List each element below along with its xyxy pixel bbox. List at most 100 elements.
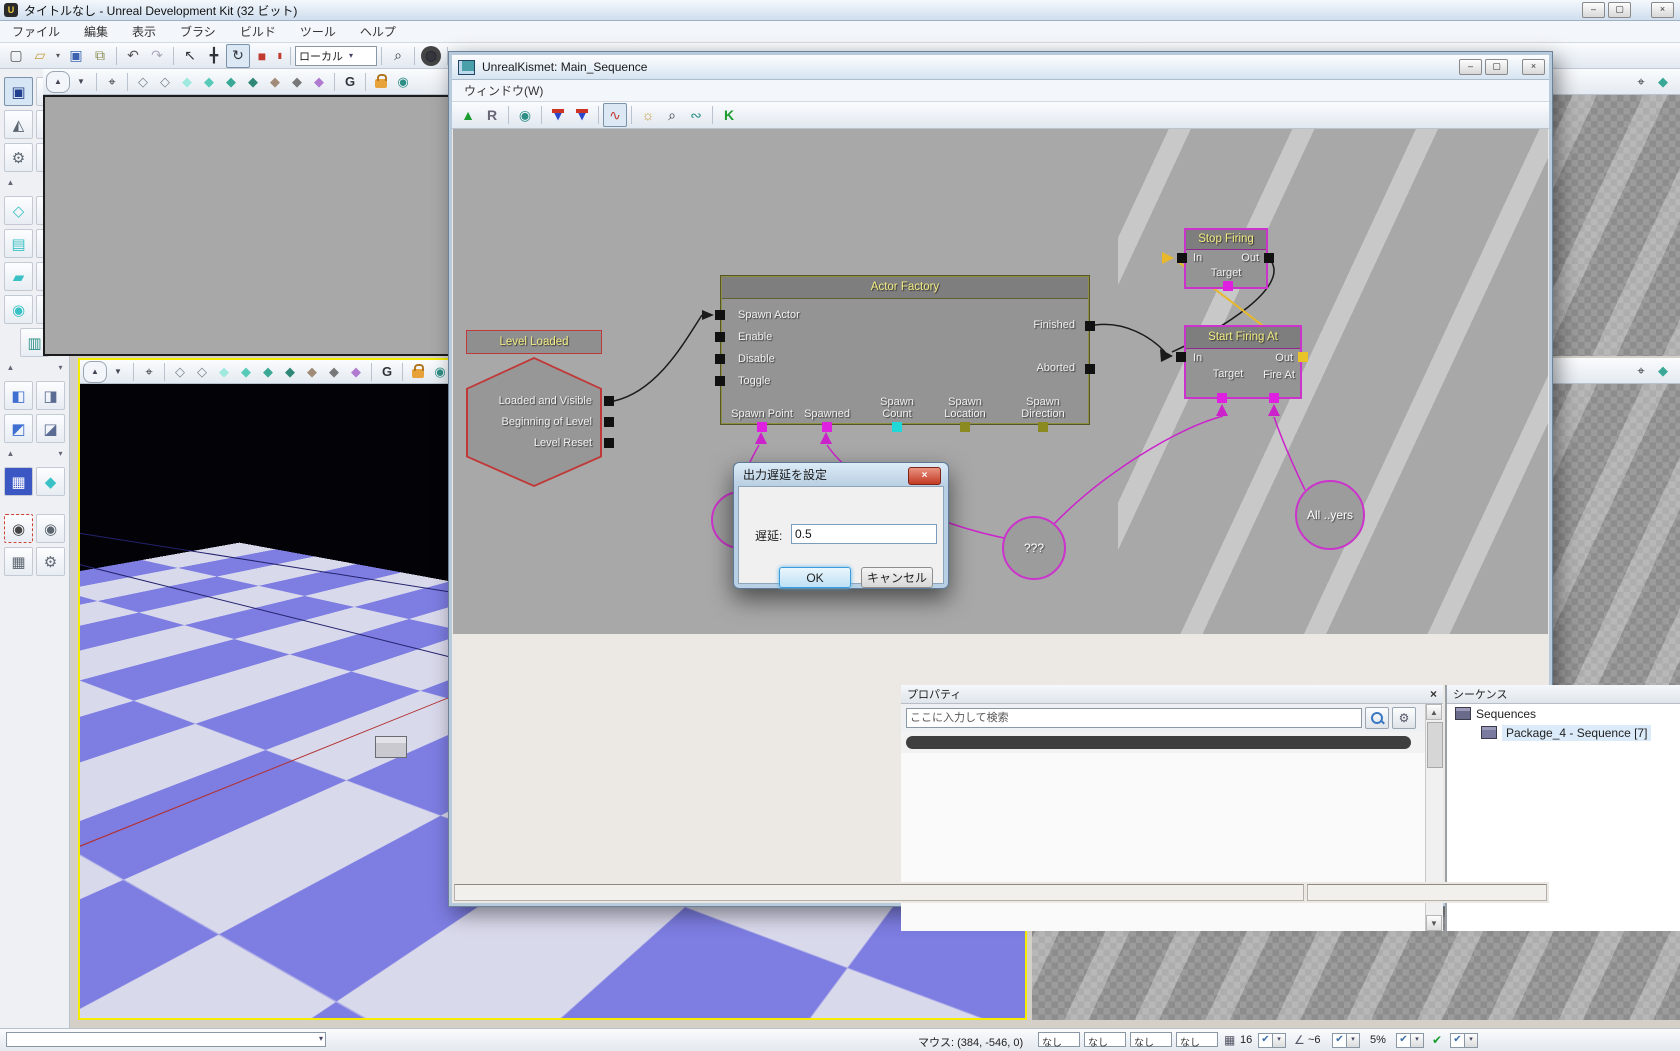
input-spawn-actor[interactable]: Spawn Actor (738, 304, 800, 326)
search-options-button[interactable]: ⚙ (1392, 707, 1416, 729)
open-debugger-button[interactable]: ∾ (684, 103, 708, 127)
brush-stairs-button[interactable]: ▤ (4, 229, 33, 258)
menu-build[interactable]: ビルド (228, 21, 288, 42)
translate-tool-button[interactable]: ╋ (202, 44, 226, 68)
input-disable[interactable]: Disable (738, 348, 800, 370)
curved-connections-button[interactable]: ∿ (603, 103, 627, 127)
open-dropdown[interactable]: ▾ (52, 44, 64, 68)
select-tool-button[interactable]: ↖ (178, 44, 202, 68)
output-level-reset[interactable]: Level Reset (499, 433, 592, 454)
input-toggle[interactable]: Toggle (738, 370, 800, 392)
menu-file[interactable]: ファイル (0, 21, 72, 42)
connector-enable[interactable] (715, 332, 725, 342)
view-lit-icon[interactable]: ◆ (235, 362, 257, 382)
go-to-actor-button[interactable]: ⚙ (36, 547, 65, 576)
view-detail-icon[interactable]: ◆ (220, 72, 242, 92)
connector-level-reset[interactable] (604, 438, 614, 448)
autosave-dropdown[interactable]: ▾ (1464, 1033, 1478, 1048)
stop-firing-target-label[interactable]: Target (1186, 267, 1266, 279)
menu-edit[interactable]: 編集 (72, 21, 120, 42)
camera-mode-button[interactable]: ▣ (4, 77, 33, 106)
rename-sequence-button[interactable]: R (480, 103, 504, 127)
delay-value-input[interactable] (791, 524, 937, 544)
viewport-options-dropdown[interactable]: ▼ (70, 72, 92, 92)
breakpoint-clear-button[interactable] (570, 103, 594, 127)
view-shadercomplexity-icon[interactable]: ◆ (323, 362, 345, 382)
view-unlit-icon[interactable]: ◆ (213, 362, 235, 382)
kismet-maximize-button[interactable]: ▢ (1485, 59, 1508, 75)
output-aborted[interactable]: Aborted (1036, 362, 1075, 374)
connector-var-spawn-point[interactable] (757, 422, 767, 432)
stop-firing-out-label[interactable]: Out (1241, 252, 1259, 264)
connector-start-firing-target[interactable] (1217, 393, 1227, 403)
output-beginning-of-level[interactable]: Beginning of Level (499, 412, 592, 433)
kismet-menu-window[interactable]: ウィンドウ(W) (452, 80, 555, 101)
connector-var-spawn-count[interactable] (892, 422, 902, 432)
view-wireframe-icon[interactable]: ◇ (169, 362, 191, 382)
static-mesh-box[interactable] (375, 736, 407, 758)
variable-spawn-count[interactable]: Spawn Count (864, 396, 930, 420)
copy-button[interactable]: ⧉ (88, 44, 112, 68)
brush-cube-button[interactable]: ◇ (4, 196, 33, 225)
connector-beginning-of-level[interactable] (604, 417, 614, 427)
node-stop-firing[interactable]: Stop Firing In Out Target (1184, 228, 1268, 289)
scrollbar-thumb[interactable] (1427, 722, 1443, 768)
viewport-collapse-button[interactable]: ▲ (83, 361, 107, 383)
view-texturedensity-icon[interactable]: ◆ (264, 72, 286, 92)
save-button[interactable]: ▣ (64, 44, 88, 68)
csg-deintersect-button[interactable]: ◪ (36, 414, 65, 443)
view-lit-icon[interactable]: ◆ (1652, 361, 1674, 381)
terrain-mode-button[interactable]: ◭ (4, 110, 33, 139)
node-start-firing-at[interactable]: Start Firing At In Out Target Fire At (1184, 325, 1302, 399)
connector-var-spawn-location[interactable] (960, 422, 970, 432)
variable-spawn-location[interactable]: Spawn Location (932, 396, 998, 420)
node-variable-unknown[interactable]: ??? (1002, 516, 1066, 580)
show-selection-button[interactable]: ◉ (4, 514, 33, 543)
parent-sequence-button[interactable]: ▲ (456, 103, 480, 127)
search-actors-button[interactable]: ⌕ (386, 44, 410, 68)
view-texturedensity-icon[interactable]: ◆ (301, 362, 323, 382)
view-brushwire-icon[interactable]: ◇ (191, 362, 213, 382)
connector-start-firing-in[interactable] (1176, 352, 1186, 362)
view-lightmapdensity-icon[interactable]: ◆ (308, 72, 330, 92)
connector-stop-firing-target[interactable] (1223, 281, 1233, 291)
sidebar-group-collapse[interactable]: ▲ ▾ (7, 449, 63, 461)
scroll-up-icon[interactable]: ▲ (1426, 704, 1442, 720)
wire-allplayers-fireat[interactable] (1274, 417, 1305, 490)
connector-finished[interactable] (1085, 321, 1095, 331)
connector-loaded-and-visible[interactable] (604, 396, 614, 406)
kismet-title-bar[interactable]: UnrealKismet: Main_Sequence – ▢ × (452, 55, 1549, 80)
open-file-button[interactable]: ▱ (28, 44, 52, 68)
add-volume-button[interactable]: ▦ (4, 467, 33, 496)
grid-snap-checkbox[interactable]: ✔ (1258, 1033, 1273, 1048)
connector-start-firing-out-selected[interactable] (1298, 352, 1308, 362)
node-level-loaded[interactable]: Loaded and Visible Beginning of Level Le… (466, 357, 602, 487)
ok-button[interactable]: OK (779, 567, 851, 588)
tree-item-package-sequence[interactable]: Package_4 - Sequence [7] (1447, 723, 1680, 742)
kismet-close-button[interactable]: × (1522, 59, 1545, 75)
scale-nonuniform-button[interactable]: ▮ (274, 44, 286, 68)
scale-snap-checkbox[interactable]: ✔ (1396, 1033, 1411, 1048)
minimize-button[interactable]: – (1582, 2, 1605, 18)
rotate-tool-button[interactable]: ↻ (226, 44, 250, 68)
lock-viewport-icon[interactable] (407, 362, 429, 382)
actor-class-combobox[interactable]: ▾ (6, 1032, 326, 1047)
menu-brush[interactable]: ブラシ (168, 21, 228, 42)
start-firing-out-label[interactable]: Out (1275, 352, 1293, 364)
close-button[interactable]: × (1651, 2, 1674, 18)
kismet-icon[interactable]: K (717, 103, 741, 127)
brush-spiral-stairs-button[interactable]: ◉ (4, 295, 33, 324)
csg-add-button[interactable]: ◧ (4, 381, 33, 410)
hide-selection-button[interactable]: ◉ (36, 514, 65, 543)
view-lightmapdensity-icon[interactable]: ◆ (345, 362, 367, 382)
tree-item-sequences-root[interactable]: Sequences (1447, 704, 1680, 723)
add-special-button[interactable]: ◆ (36, 467, 65, 496)
node-actor-factory[interactable]: Actor Factory Spawn Actor Enable Disable… (721, 276, 1089, 424)
variable-spawn-point[interactable]: Spawn Point (730, 408, 794, 420)
autosave-checkbox[interactable]: ✔ (1450, 1033, 1465, 1048)
connector-spawn-actor[interactable] (715, 310, 725, 320)
variable-spawn-direction[interactable]: Spawn Direction (1008, 396, 1078, 420)
collapsed-category-bar[interactable] (906, 736, 1411, 749)
update-lighting-button[interactable]: ☼ (636, 103, 660, 127)
grid-snap-dropdown[interactable]: ▾ (1272, 1033, 1286, 1048)
